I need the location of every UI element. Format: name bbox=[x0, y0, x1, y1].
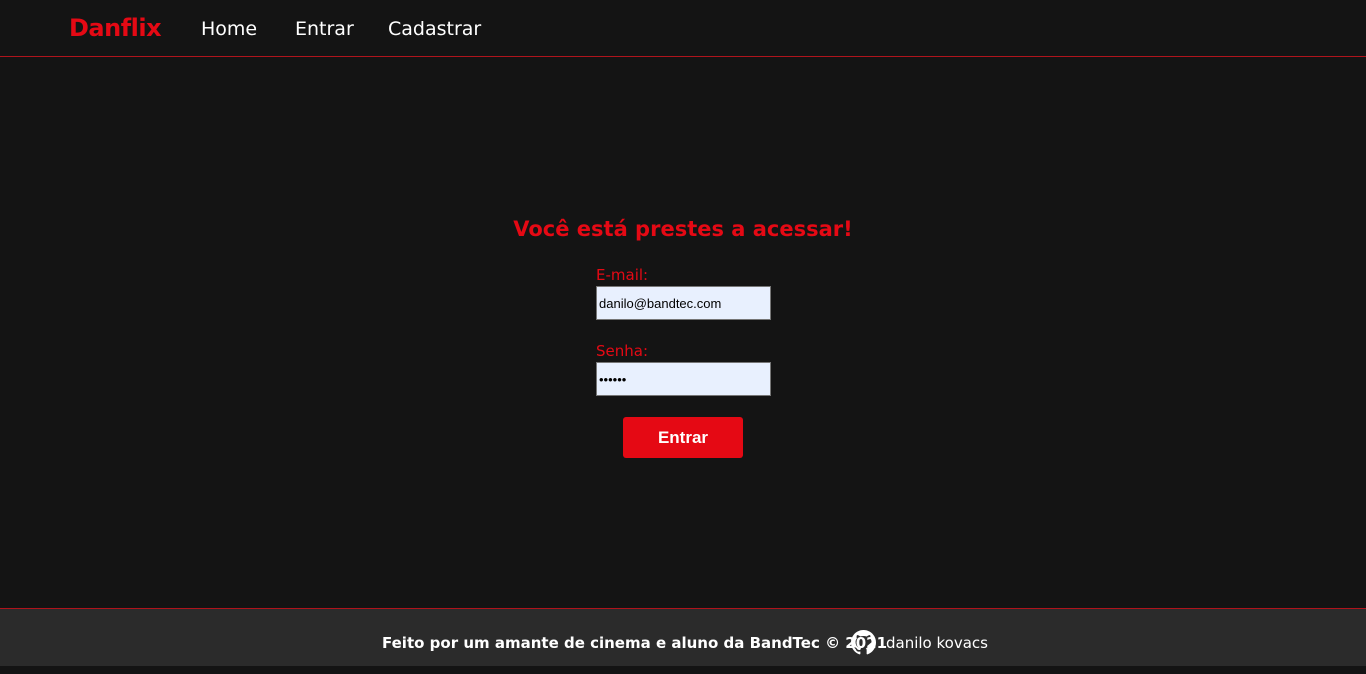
bottom-strip bbox=[0, 666, 1366, 674]
email-label: E-mail: bbox=[596, 266, 649, 284]
login-section: Você está prestes a acessar! E-mail: Sen… bbox=[0, 57, 1366, 608]
author-link[interactable]: danilo kovacs bbox=[886, 634, 988, 652]
password-field[interactable] bbox=[596, 362, 771, 396]
page-footer: Feito por um amante de cinema e aluno da… bbox=[0, 608, 1366, 666]
nav-link-cadastrar[interactable]: Cadastrar bbox=[388, 18, 481, 40]
nav-link-entrar[interactable]: Entrar bbox=[295, 18, 354, 40]
top-navbar: Danflix Home Entrar Cadastrar bbox=[0, 0, 1366, 57]
footer-credits: Feito por um amante de cinema e aluno da… bbox=[382, 634, 888, 652]
github-icon[interactable] bbox=[851, 630, 876, 655]
password-label: Senha: bbox=[596, 342, 649, 360]
login-title: Você está prestes a acessar! bbox=[513, 217, 853, 241]
login-submit-button[interactable]: Entrar bbox=[623, 417, 743, 458]
brand-logo-link[interactable]: Danflix bbox=[69, 14, 162, 42]
email-field[interactable] bbox=[596, 286, 771, 320]
nav-link-home[interactable]: Home bbox=[201, 18, 257, 40]
